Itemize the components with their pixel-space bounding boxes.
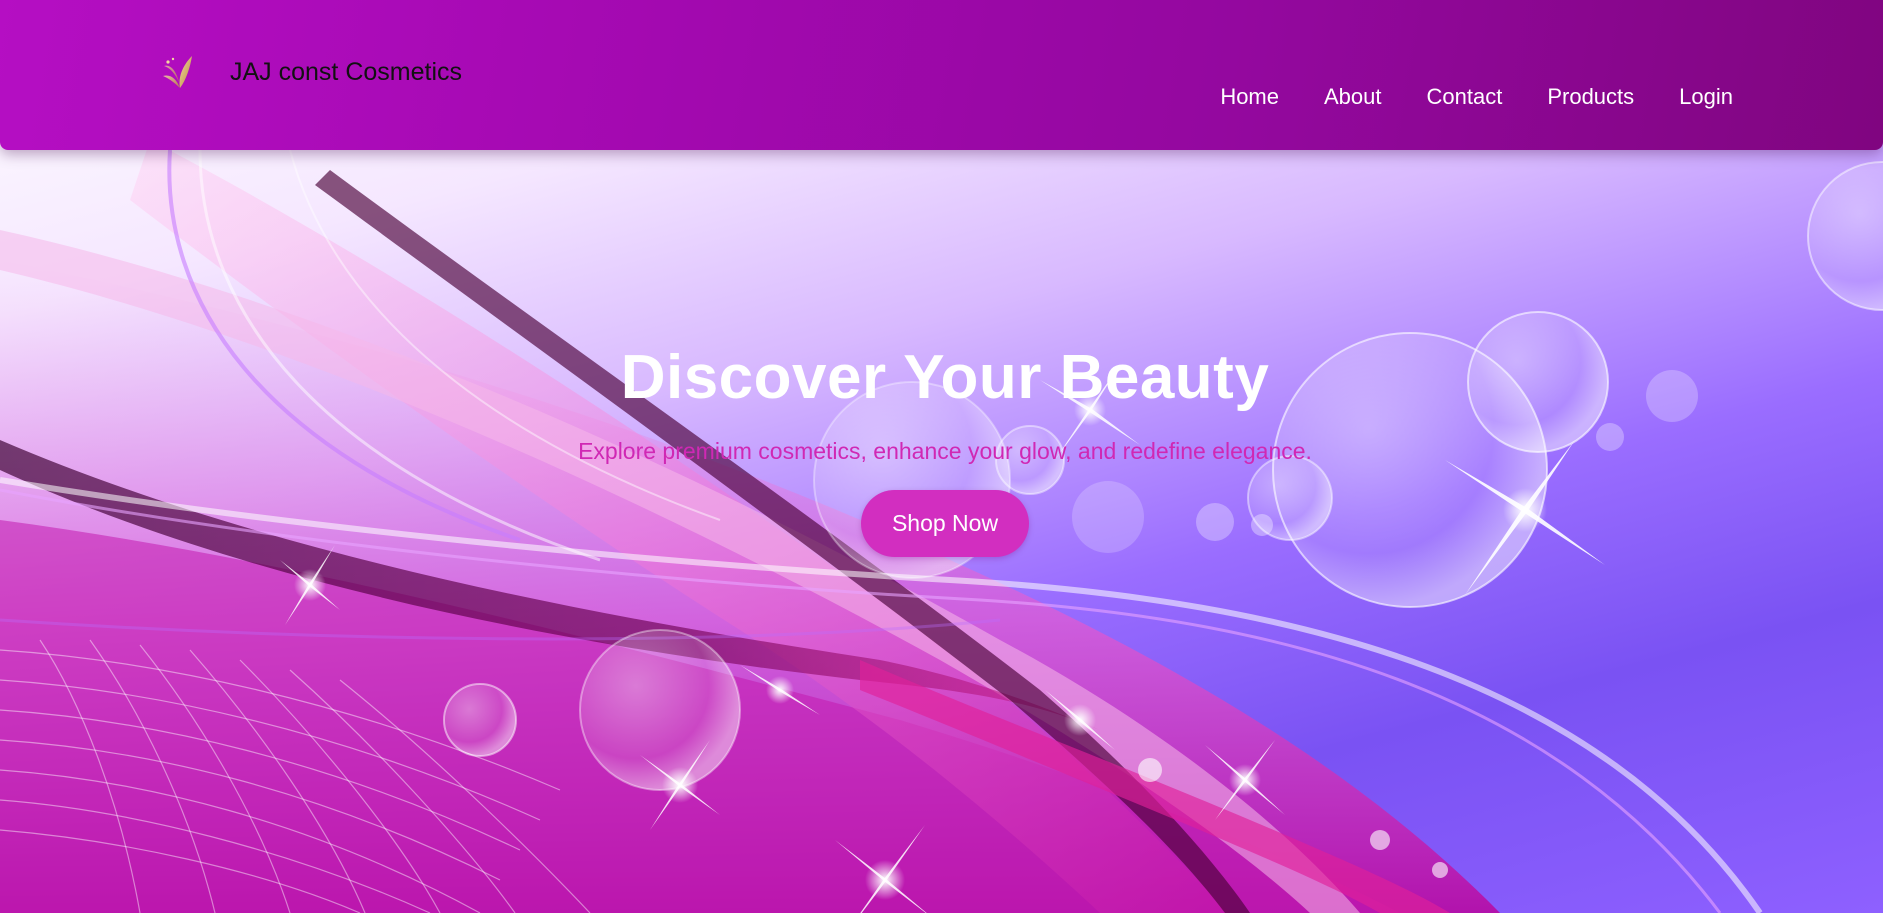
hero-subtitle: Explore premium cosmetics, enhance your … [578, 438, 1312, 464]
top-navbar: JAJ const Cosmetics Home About Contact P… [0, 0, 1883, 150]
nav-link-contact[interactable]: Contact [1427, 84, 1503, 110]
nav-link-login[interactable]: Login [1679, 84, 1733, 110]
hero-content: Discover Your Beauty Explore premium cos… [0, 340, 1883, 557]
hero-title: Discover Your Beauty [620, 343, 1270, 412]
nav-link-home[interactable]: Home [1220, 84, 1279, 110]
butterfly-leaf-logo-icon [163, 56, 192, 88]
page: Discover Your Beauty Explore premium cos… [0, 0, 1883, 913]
nav-link-products[interactable]: Products [1547, 84, 1634, 110]
brand-name: JAJ const Cosmetics [230, 57, 463, 86]
nav-link-about[interactable]: About [1324, 84, 1382, 110]
shop-now-button[interactable]: Shop Now [860, 490, 1030, 557]
main-nav: Home About Contact Products Login [1220, 84, 1733, 110]
brand[interactable]: JAJ const Cosmetics [160, 52, 462, 92]
